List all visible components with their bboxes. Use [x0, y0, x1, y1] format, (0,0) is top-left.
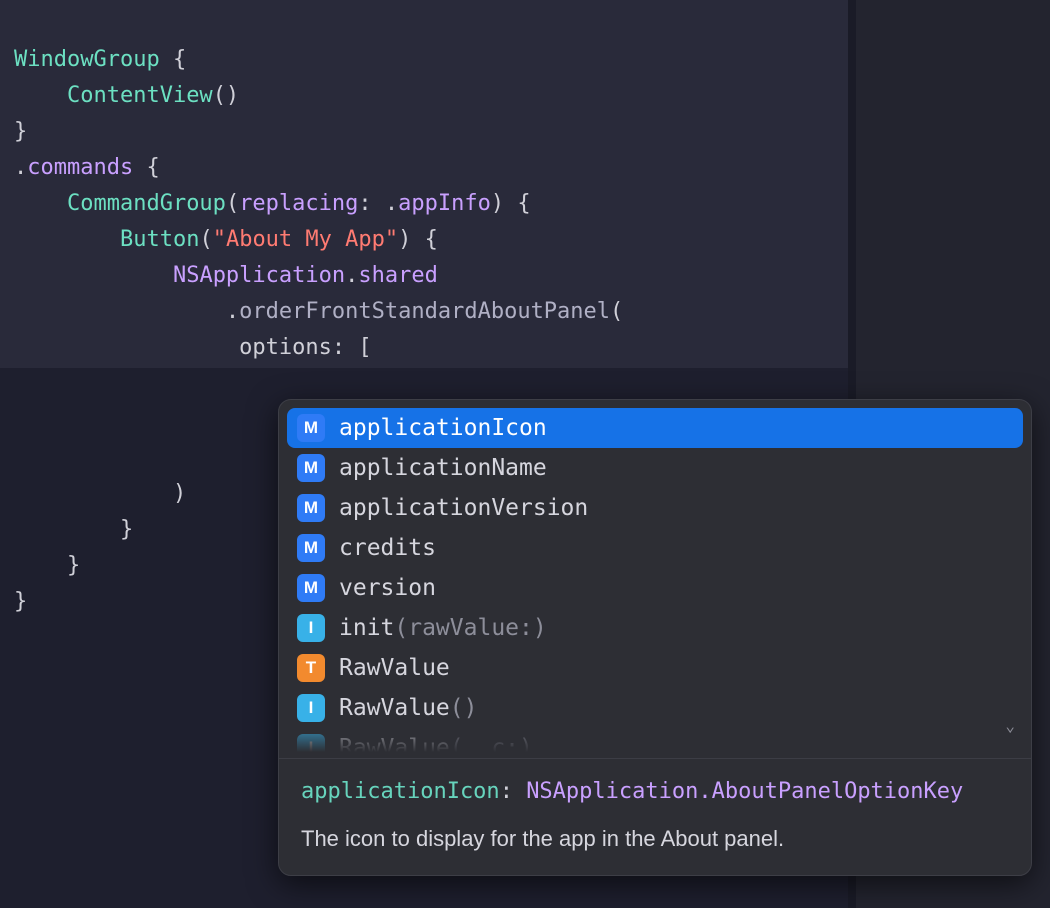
- doc-description: The icon to display for the app in the A…: [301, 822, 1009, 855]
- code-token: replacing: [239, 191, 358, 216]
- autocomplete-item-label: init: [339, 610, 394, 646]
- code-token: [14, 335, 239, 360]
- code-token: ) {: [398, 227, 438, 252]
- code-token: [14, 263, 173, 288]
- code-token: WindowGroup: [14, 47, 160, 72]
- code-token: : .: [358, 191, 398, 216]
- autocomplete-popup[interactable]: M applicationIcon M applicationName M ap…: [278, 399, 1032, 876]
- member-badge-icon: M: [297, 574, 325, 602]
- autocomplete-item-credits[interactable]: M credits: [287, 528, 1023, 568]
- code-token: (): [213, 83, 240, 108]
- member-badge-icon: M: [297, 454, 325, 482]
- autocomplete-item-label: RawValue: [339, 730, 450, 752]
- code-token: (: [226, 191, 239, 216]
- code-token: CommandGroup: [67, 191, 226, 216]
- autocomplete-item-version[interactable]: M version: [287, 568, 1023, 608]
- initializer-badge-icon: I: [297, 694, 325, 722]
- autocomplete-item-label: applicationVersion: [339, 490, 588, 526]
- autocomplete-item-signature: (_ c:): [450, 730, 533, 752]
- code-editor-upper[interactable]: WindowGroup { ContentView() } .commands …: [0, 0, 848, 368]
- member-badge-icon: M: [297, 534, 325, 562]
- code-token: ContentView: [67, 83, 213, 108]
- doc-signature: applicationIcon: NSApplication.AboutPane…: [301, 775, 1009, 808]
- code-token: .: [14, 299, 239, 324]
- autocomplete-item-init[interactable]: I init (rawValue:): [287, 608, 1023, 648]
- code-token: commands: [27, 155, 133, 180]
- code-token: .: [14, 155, 27, 180]
- code-token: Button: [120, 227, 199, 252]
- code-token: : [: [332, 335, 372, 360]
- member-badge-icon: M: [297, 414, 325, 442]
- doc-signature-sep: :: [500, 779, 527, 804]
- code-token: [14, 191, 67, 216]
- code-token: }: [14, 589, 27, 614]
- member-badge-icon: M: [297, 494, 325, 522]
- code-token: ): [14, 481, 186, 506]
- autocomplete-list[interactable]: M applicationIcon M applicationName M ap…: [279, 400, 1031, 752]
- autocomplete-item-RawValue-init2[interactable]: I RawValue (_ c:): [287, 728, 1023, 752]
- doc-signature-type: NSApplication.AboutPanelOptionKey: [526, 779, 963, 804]
- code-token: (: [610, 299, 623, 324]
- code-token: .: [345, 263, 358, 288]
- autocomplete-item-label: applicationName: [339, 450, 547, 486]
- code-token: appInfo: [398, 191, 491, 216]
- type-badge-icon: T: [297, 654, 325, 682]
- autocomplete-item-applicationName[interactable]: M applicationName: [287, 448, 1023, 488]
- autocomplete-item-label: version: [339, 570, 436, 606]
- code-token: [14, 83, 67, 108]
- code-token: ) {: [491, 191, 531, 216]
- initializer-badge-icon: I: [297, 734, 325, 752]
- code-token: NSApplication: [173, 263, 345, 288]
- autocomplete-item-signature: (rawValue:): [394, 610, 546, 646]
- autocomplete-item-RawValue-type[interactable]: T RawValue: [287, 648, 1023, 688]
- code-token: [14, 227, 120, 252]
- code-token: .: [14, 409, 305, 434]
- code-token: options: [239, 335, 332, 360]
- autocomplete-item-RawValue-init[interactable]: I RawValue (): [287, 688, 1023, 728]
- autocomplete-item-label: credits: [339, 530, 436, 566]
- code-token: shared: [358, 263, 437, 288]
- autocomplete-doc-panel: applicationIcon: NSApplication.AboutPane…: [279, 759, 1031, 875]
- autocomplete-item-applicationVersion[interactable]: M applicationVersion: [287, 488, 1023, 528]
- autocomplete-item-applicationIcon[interactable]: M applicationIcon: [287, 408, 1023, 448]
- doc-signature-name: applicationIcon: [301, 779, 500, 804]
- autocomplete-item-label: RawValue: [339, 650, 450, 686]
- code-token: orderFrontStandardAboutPanel: [239, 299, 610, 324]
- code-token: }: [14, 517, 133, 542]
- code-token: }: [14, 553, 80, 578]
- code-token: {: [160, 47, 187, 72]
- autocomplete-item-signature: (): [450, 690, 478, 726]
- code-token: "About My App": [213, 227, 398, 252]
- code-token: {: [133, 155, 160, 180]
- autocomplete-item-label: applicationIcon: [339, 410, 547, 446]
- initializer-badge-icon: I: [297, 614, 325, 642]
- autocomplete-item-label: RawValue: [339, 690, 450, 726]
- code-token: (: [199, 227, 212, 252]
- code-token: }: [14, 119, 27, 144]
